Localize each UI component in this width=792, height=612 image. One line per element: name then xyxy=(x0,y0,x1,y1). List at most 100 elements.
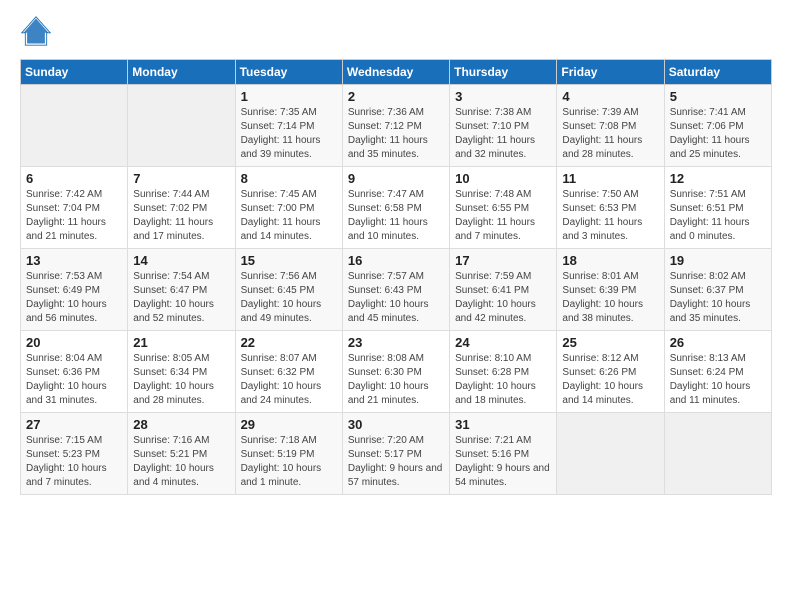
day-detail: Sunrise: 7:18 AM Sunset: 5:19 PM Dayligh… xyxy=(241,434,337,490)
day-number: 25 xyxy=(562,335,658,350)
day-detail: Sunrise: 7:39 AM Sunset: 7:08 PM Dayligh… xyxy=(562,106,658,162)
day-number: 9 xyxy=(348,171,444,186)
day-number: 24 xyxy=(455,335,551,350)
calendar-table: SundayMondayTuesdayWednesdayThursdayFrid… xyxy=(20,59,772,495)
week-row: 20Sunrise: 8:04 AM Sunset: 6:36 PM Dayli… xyxy=(21,331,772,413)
day-number: 17 xyxy=(455,253,551,268)
day-number: 12 xyxy=(670,171,766,186)
day-number: 31 xyxy=(455,417,551,432)
day-detail: Sunrise: 8:13 AM Sunset: 6:24 PM Dayligh… xyxy=(670,352,766,408)
day-detail: Sunrise: 8:05 AM Sunset: 6:34 PM Dayligh… xyxy=(133,352,229,408)
day-detail: Sunrise: 7:57 AM Sunset: 6:43 PM Dayligh… xyxy=(348,270,444,326)
day-cell: 16 Sunrise: 7:57 AM Sunset: 6:43 PM Dayli… xyxy=(342,249,449,331)
day-cell: 10 Sunrise: 7:48 AM Sunset: 6:55 PM Dayli… xyxy=(450,167,557,249)
day-number: 18 xyxy=(562,253,658,268)
day-cell: 15 Sunrise: 7:56 AM Sunset: 6:45 PM Dayli… xyxy=(235,249,342,331)
day-number: 30 xyxy=(348,417,444,432)
day-cell: 21Sunrise: 8:05 AM Sunset: 6:34 PM Dayli… xyxy=(128,331,235,413)
day-cell: 4 Sunrise: 7:39 AM Sunset: 7:08 PM Daylig… xyxy=(557,85,664,167)
week-row: 1 Sunrise: 7:35 AM Sunset: 7:14 PM Daylig… xyxy=(21,85,772,167)
day-cell: 11Sunrise: 7:50 AM Sunset: 6:53 PM Dayli… xyxy=(557,167,664,249)
day-detail: Sunrise: 7:45 AM Sunset: 7:00 PM Dayligh… xyxy=(241,188,337,244)
day-detail: Sunrise: 8:02 AM Sunset: 6:37 PM Dayligh… xyxy=(670,270,766,326)
day-header: Friday xyxy=(557,60,664,85)
day-cell: 31 Sunrise: 7:21 AM Sunset: 5:16 PM Dayli… xyxy=(450,413,557,495)
day-cell: 30 Sunrise: 7:20 AM Sunset: 5:17 PM Dayli… xyxy=(342,413,449,495)
day-detail: Sunrise: 7:54 AM Sunset: 6:47 PM Dayligh… xyxy=(133,270,229,326)
day-number: 19 xyxy=(670,253,766,268)
day-cell: 6Sunrise: 7:42 AM Sunset: 7:04 PM Daylig… xyxy=(21,167,128,249)
day-detail: Sunrise: 7:20 AM Sunset: 5:17 PM Dayligh… xyxy=(348,434,444,490)
day-number: 22 xyxy=(241,335,337,350)
day-detail: Sunrise: 7:21 AM Sunset: 5:16 PM Dayligh… xyxy=(455,434,551,490)
day-detail: Sunrise: 8:12 AM Sunset: 6:26 PM Dayligh… xyxy=(562,352,658,408)
day-header: Thursday xyxy=(450,60,557,85)
day-number: 3 xyxy=(455,89,551,104)
day-detail: Sunrise: 7:38 AM Sunset: 7:10 PM Dayligh… xyxy=(455,106,551,162)
day-cell: 18Sunrise: 8:01 AM Sunset: 6:39 PM Dayli… xyxy=(557,249,664,331)
day-cell: 13Sunrise: 7:53 AM Sunset: 6:49 PM Dayli… xyxy=(21,249,128,331)
day-cell: 1 Sunrise: 7:35 AM Sunset: 7:14 PM Daylig… xyxy=(235,85,342,167)
day-number: 14 xyxy=(133,253,229,268)
day-detail: Sunrise: 8:10 AM Sunset: 6:28 PM Dayligh… xyxy=(455,352,551,408)
week-row: 6Sunrise: 7:42 AM Sunset: 7:04 PM Daylig… xyxy=(21,167,772,249)
day-detail: Sunrise: 7:56 AM Sunset: 6:45 PM Dayligh… xyxy=(241,270,337,326)
logo xyxy=(20,15,56,47)
day-number: 4 xyxy=(562,89,658,104)
day-number: 7 xyxy=(133,171,229,186)
day-number: 28 xyxy=(133,417,229,432)
day-detail: Sunrise: 7:44 AM Sunset: 7:02 PM Dayligh… xyxy=(133,188,229,244)
day-number: 10 xyxy=(455,171,551,186)
day-cell: 27 Sunrise: 7:15 AM Sunset: 5:23 PM Dayli… xyxy=(21,413,128,495)
day-detail: Sunrise: 7:47 AM Sunset: 6:58 PM Dayligh… xyxy=(348,188,444,244)
day-detail: Sunrise: 8:04 AM Sunset: 6:36 PM Dayligh… xyxy=(26,352,122,408)
day-cell: 24 Sunrise: 8:10 AM Sunset: 6:28 PM Dayli… xyxy=(450,331,557,413)
day-cell xyxy=(21,85,128,167)
day-cell: 25 Sunrise: 8:12 AM Sunset: 6:26 PM Dayli… xyxy=(557,331,664,413)
day-detail: Sunrise: 7:41 AM Sunset: 7:06 PM Dayligh… xyxy=(670,106,766,162)
day-cell: 3 Sunrise: 7:38 AM Sunset: 7:10 PM Daylig… xyxy=(450,85,557,167)
header-row: SundayMondayTuesdayWednesdayThursdayFrid… xyxy=(21,60,772,85)
day-number: 27 xyxy=(26,417,122,432)
day-detail: Sunrise: 7:36 AM Sunset: 7:12 PM Dayligh… xyxy=(348,106,444,162)
day-number: 11 xyxy=(562,171,658,186)
day-cell: 17 Sunrise: 7:59 AM Sunset: 6:41 PM Dayli… xyxy=(450,249,557,331)
day-detail: Sunrise: 7:59 AM Sunset: 6:41 PM Dayligh… xyxy=(455,270,551,326)
day-header: Sunday xyxy=(21,60,128,85)
day-detail: Sunrise: 7:15 AM Sunset: 5:23 PM Dayligh… xyxy=(26,434,122,490)
week-row: 27 Sunrise: 7:15 AM Sunset: 5:23 PM Dayli… xyxy=(21,413,772,495)
day-header: Tuesday xyxy=(235,60,342,85)
day-detail: Sunrise: 8:08 AM Sunset: 6:30 PM Dayligh… xyxy=(348,352,444,408)
day-header: Wednesday xyxy=(342,60,449,85)
day-detail: Sunrise: 8:07 AM Sunset: 6:32 PM Dayligh… xyxy=(241,352,337,408)
week-row: 13Sunrise: 7:53 AM Sunset: 6:49 PM Dayli… xyxy=(21,249,772,331)
day-cell xyxy=(664,413,771,495)
day-number: 16 xyxy=(348,253,444,268)
day-cell xyxy=(128,85,235,167)
day-header: Monday xyxy=(128,60,235,85)
header xyxy=(20,15,772,47)
day-header: Saturday xyxy=(664,60,771,85)
page: SundayMondayTuesdayWednesdayThursdayFrid… xyxy=(0,0,792,612)
day-detail: Sunrise: 7:51 AM Sunset: 6:51 PM Dayligh… xyxy=(670,188,766,244)
day-number: 26 xyxy=(670,335,766,350)
day-detail: Sunrise: 7:53 AM Sunset: 6:49 PM Dayligh… xyxy=(26,270,122,326)
day-cell: 7 Sunrise: 7:44 AM Sunset: 7:02 PM Daylig… xyxy=(128,167,235,249)
day-detail: Sunrise: 7:16 AM Sunset: 5:21 PM Dayligh… xyxy=(133,434,229,490)
day-cell: 5Sunrise: 7:41 AM Sunset: 7:06 PM Daylig… xyxy=(664,85,771,167)
day-cell: 2 Sunrise: 7:36 AM Sunset: 7:12 PM Daylig… xyxy=(342,85,449,167)
day-number: 2 xyxy=(348,89,444,104)
day-number: 15 xyxy=(241,253,337,268)
day-detail: Sunrise: 7:35 AM Sunset: 7:14 PM Dayligh… xyxy=(241,106,337,162)
day-cell: 23 Sunrise: 8:08 AM Sunset: 6:30 PM Dayli… xyxy=(342,331,449,413)
day-cell: 26 Sunrise: 8:13 AM Sunset: 6:24 PM Dayli… xyxy=(664,331,771,413)
day-cell: 9 Sunrise: 7:47 AM Sunset: 6:58 PM Daylig… xyxy=(342,167,449,249)
day-number: 1 xyxy=(241,89,337,104)
day-detail: Sunrise: 7:48 AM Sunset: 6:55 PM Dayligh… xyxy=(455,188,551,244)
day-number: 6 xyxy=(26,171,122,186)
day-cell: 12 Sunrise: 7:51 AM Sunset: 6:51 PM Dayli… xyxy=(664,167,771,249)
day-cell: 20Sunrise: 8:04 AM Sunset: 6:36 PM Dayli… xyxy=(21,331,128,413)
day-cell: 19 Sunrise: 8:02 AM Sunset: 6:37 PM Dayli… xyxy=(664,249,771,331)
day-cell: 8Sunrise: 7:45 AM Sunset: 7:00 PM Daylig… xyxy=(235,167,342,249)
day-number: 23 xyxy=(348,335,444,350)
